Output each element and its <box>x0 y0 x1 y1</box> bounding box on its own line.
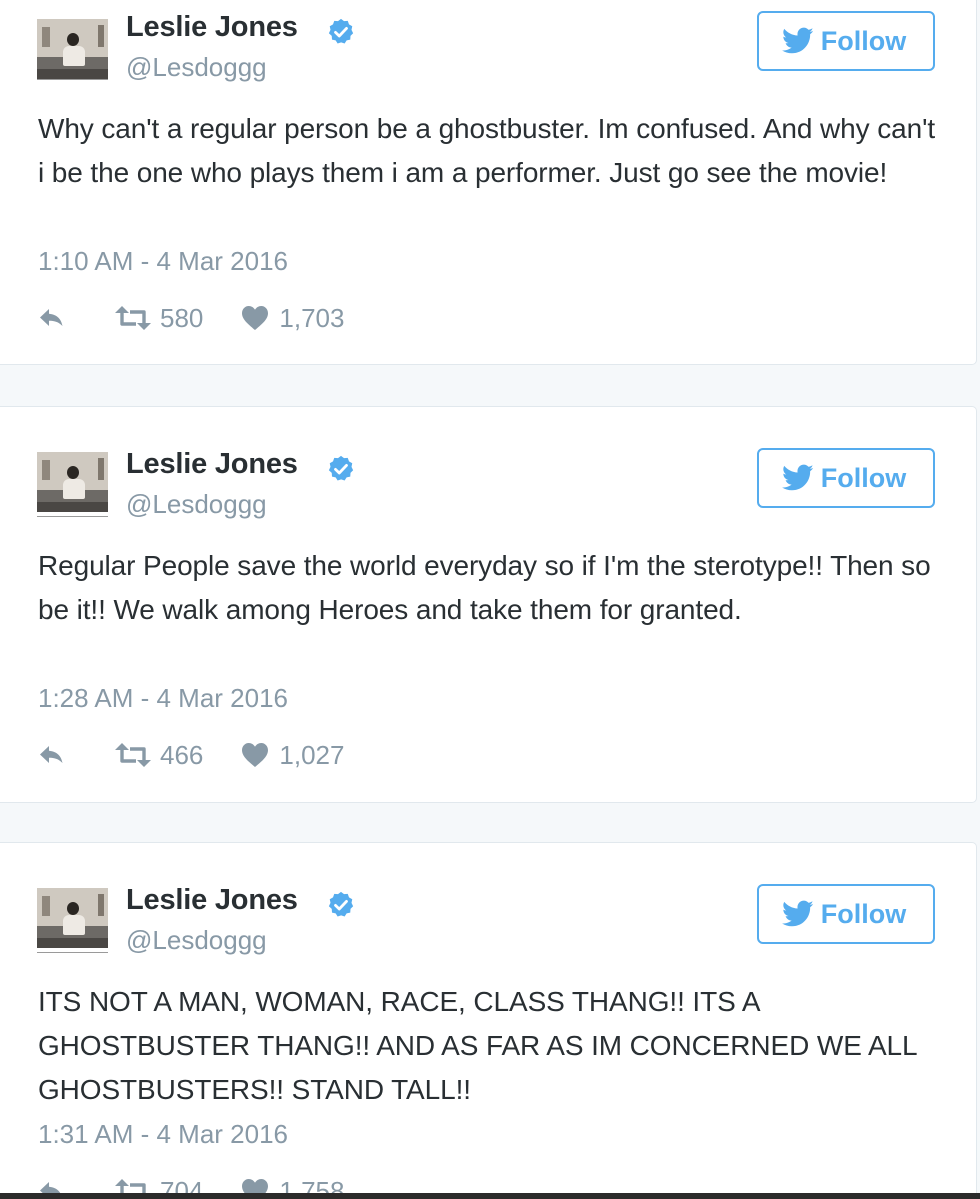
follow-button[interactable]: Follow <box>757 11 935 71</box>
like-count: 1,703 <box>279 302 345 333</box>
verified-badge-icon <box>328 18 354 44</box>
retweet-icon <box>115 306 151 330</box>
tweet-card: Leslie Jones @Lesdoggg Follow Why can't … <box>0 0 977 365</box>
heart-icon <box>242 743 269 767</box>
tweet-text: Regular People save the world everyday s… <box>38 550 931 625</box>
follow-label: Follow <box>820 462 907 493</box>
avatar-divider <box>37 952 108 953</box>
tweet-timestamp[interactable]: 1:31 AM - 4 Mar 2016 <box>38 1119 288 1150</box>
tweet-embed-page: Leslie Jones @Lesdoggg Follow Why can't … <box>0 0 980 1199</box>
like-count: 1,027 <box>279 739 345 770</box>
tweet-timestamp[interactable]: 1:28 AM - 4 Mar 2016 <box>38 683 288 714</box>
twitter-bird-icon <box>781 900 814 927</box>
avatar-divider <box>37 79 108 80</box>
follow-label: Follow <box>820 25 907 56</box>
retweet-button[interactable]: 466 <box>114 740 203 771</box>
tweet-actions: 466 1,027 <box>38 738 344 772</box>
avatar-divider <box>37 516 108 517</box>
tweet-actions: 580 1,703 <box>38 301 344 335</box>
retweet-button[interactable]: 580 <box>114 303 203 334</box>
reply-button[interactable] <box>38 306 70 330</box>
avatar[interactable] <box>37 888 108 948</box>
verified-badge-icon <box>328 455 354 481</box>
author-handle[interactable]: @Lesdoggg <box>126 489 267 520</box>
tweet-text: Why can't a regular person be a ghostbus… <box>38 113 935 188</box>
twitter-bird-icon <box>781 27 814 54</box>
follow-button[interactable]: Follow <box>757 884 935 944</box>
follow-button[interactable]: Follow <box>757 448 935 508</box>
tweet-card: Leslie Jones @Lesdoggg Follow ITS NOT A … <box>0 842 977 1199</box>
avatar[interactable] <box>37 19 108 79</box>
like-button[interactable]: 1,027 <box>241 740 344 771</box>
author-name[interactable]: Leslie Jones <box>126 448 298 481</box>
reply-button[interactable] <box>38 743 70 767</box>
like-button[interactable]: 1,703 <box>241 303 344 334</box>
author-handle[interactable]: @Lesdoggg <box>126 925 267 956</box>
twitter-bird-icon <box>781 464 814 491</box>
tweet-card: Leslie Jones @Lesdoggg Follow Regular Pe… <box>0 406 977 803</box>
verified-badge-icon <box>328 891 354 917</box>
retweet-count: 466 <box>160 739 204 770</box>
avatar[interactable] <box>37 452 108 512</box>
author-name[interactable]: Leslie Jones <box>126 11 298 44</box>
retweet-icon <box>115 743 151 767</box>
heart-icon <box>242 306 269 330</box>
retweet-count: 580 <box>160 302 204 333</box>
tweet-timestamp[interactable]: 1:10 AM - 4 Mar 2016 <box>38 246 288 277</box>
bottom-edge-bar <box>0 1193 980 1199</box>
follow-label: Follow <box>820 898 907 929</box>
reply-icon <box>40 309 63 326</box>
author-handle[interactable]: @Lesdoggg <box>126 52 267 83</box>
author-name[interactable]: Leslie Jones <box>126 884 298 917</box>
tweet-text: ITS NOT A MAN, WOMAN, RACE, CLASS THANG!… <box>38 986 917 1105</box>
reply-icon <box>40 746 63 763</box>
